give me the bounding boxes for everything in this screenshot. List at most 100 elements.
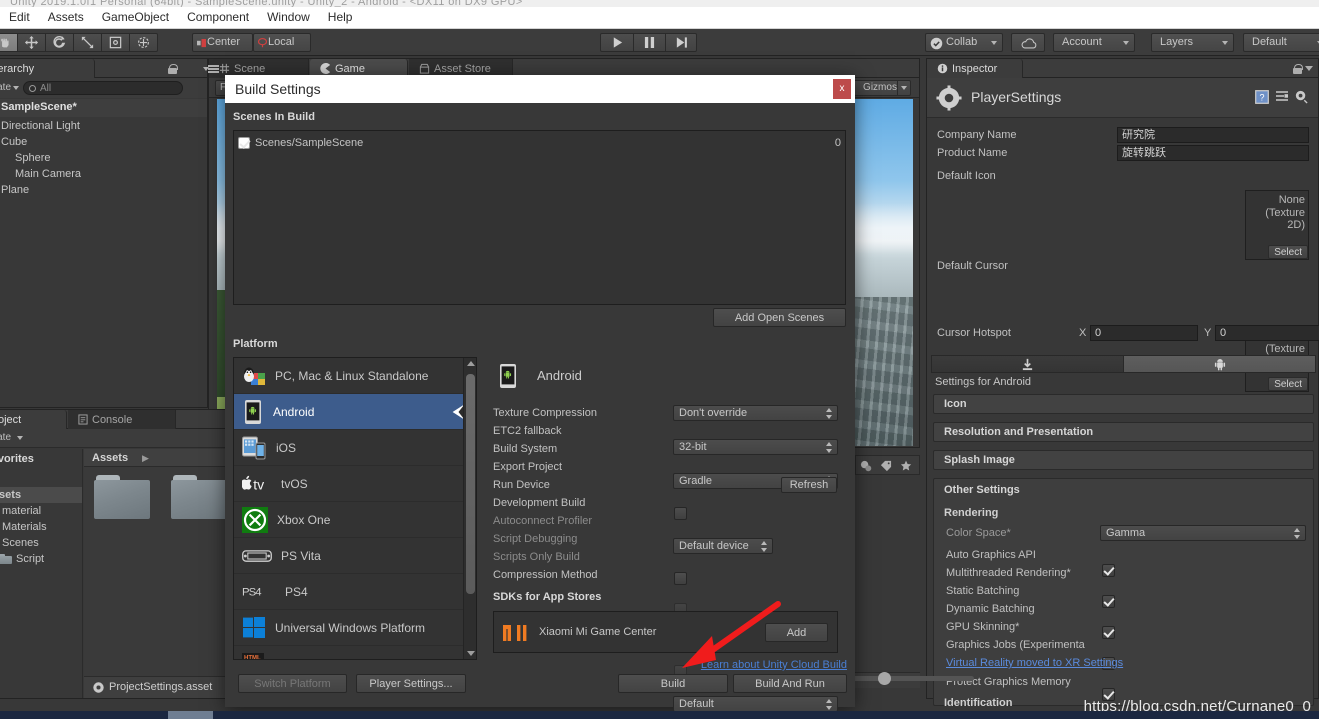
color-space-dropdown[interactable]: Gamma bbox=[1100, 525, 1306, 541]
auto-graphics-api-checkbox[interactable] bbox=[1102, 564, 1115, 577]
project-create-button[interactable]: Create bbox=[0, 432, 24, 443]
close-icon[interactable]: x bbox=[833, 79, 851, 99]
hierarchy-item-directional-light[interactable]: Directional Light bbox=[0, 118, 207, 134]
etc2-fallback-dropdown[interactable]: 32-bit bbox=[673, 439, 838, 455]
hierarchy-item-cube[interactable]: Cube bbox=[0, 134, 207, 150]
inspector-lock-icon[interactable] bbox=[1293, 64, 1303, 74]
settings-gear-icon[interactable] bbox=[1294, 89, 1309, 104]
hierarchy-scene-root[interactable]: SampleScene* bbox=[0, 99, 207, 117]
zoom-slider-track[interactable] bbox=[844, 676, 974, 681]
preset-icon[interactable] bbox=[1275, 90, 1289, 104]
cloud-build-link[interactable]: Learn about Unity Cloud Build bbox=[701, 659, 847, 671]
rect-tool-icon[interactable] bbox=[102, 33, 130, 52]
hierarchy-lock-icon[interactable] bbox=[168, 64, 178, 74]
project-tree-item-material[interactable]: material bbox=[0, 503, 82, 519]
cloud-button[interactable] bbox=[1011, 33, 1045, 52]
inspector-section-splash[interactable]: Splash Image bbox=[933, 450, 1314, 470]
project-tree-item-scenes[interactable]: Scenes bbox=[0, 535, 82, 551]
tab-inspector[interactable]: Inspector bbox=[927, 59, 1023, 78]
project-tree-item-script[interactable]: Script bbox=[0, 551, 82, 567]
tab-console[interactable]: Console bbox=[68, 410, 176, 429]
move-tool-icon[interactable] bbox=[18, 33, 46, 52]
refresh-device-button[interactable]: Refresh bbox=[781, 477, 837, 493]
hierarchy-item-plane[interactable]: Plane bbox=[0, 182, 207, 198]
pivot-rotation-button[interactable]: Local bbox=[253, 33, 311, 52]
menu-item-edit[interactable]: Edit bbox=[0, 7, 39, 28]
switch-platform-button[interactable]: Switch Platform bbox=[238, 674, 347, 693]
pivot-mode-button[interactable]: Center bbox=[192, 33, 253, 52]
transform-tool-icon[interactable] bbox=[130, 33, 158, 52]
inspector-menu-icon[interactable] bbox=[1305, 66, 1313, 71]
taskbar-window-button[interactable] bbox=[168, 711, 213, 719]
platform-tab-android[interactable] bbox=[1124, 355, 1316, 373]
run-device-dropdown[interactable]: Default device bbox=[673, 538, 773, 554]
product-name-field[interactable]: 旋转跳跃 bbox=[1117, 145, 1309, 161]
star-icon[interactable] bbox=[900, 460, 912, 472]
tag-icon[interactable] bbox=[880, 460, 892, 472]
material-sphere-icon[interactable] bbox=[860, 460, 872, 472]
tab-project[interactable]: Project bbox=[0, 410, 67, 429]
pause-icon[interactable] bbox=[634, 33, 666, 52]
scenes-in-build-list[interactable]: Scenes/SampleScene 0 bbox=[233, 130, 846, 305]
static-batching-checkbox[interactable] bbox=[1102, 626, 1115, 639]
other-settings-header[interactable]: Other Settings bbox=[944, 484, 1020, 496]
menu-item-component[interactable]: Component bbox=[178, 7, 258, 28]
export-project-checkbox[interactable] bbox=[674, 507, 687, 520]
platform-row-ps-vita[interactable]: PS Vita bbox=[234, 538, 476, 574]
platform-row-xbox-one[interactable]: Xbox One bbox=[234, 502, 476, 538]
menu-item-assets[interactable]: Assets bbox=[39, 7, 93, 28]
menu-item-help[interactable]: Help bbox=[319, 7, 362, 28]
company-name-field[interactable]: 研究院 bbox=[1117, 127, 1309, 143]
development-build-checkbox[interactable] bbox=[674, 572, 687, 585]
hierarchy-item-sphere[interactable]: Sphere bbox=[0, 150, 207, 166]
step-icon[interactable] bbox=[666, 33, 697, 52]
default-icon-objectfield[interactable]: None (Texture 2D) Select bbox=[1245, 190, 1309, 260]
account-button[interactable]: Account bbox=[1053, 33, 1135, 52]
sdk-add-button[interactable]: Add bbox=[765, 623, 828, 642]
platform-row-uwp[interactable]: Universal Windows Platform bbox=[234, 610, 476, 646]
compression-method-dropdown[interactable]: Default bbox=[673, 696, 838, 712]
inspector-section-icon[interactable]: Icon bbox=[933, 394, 1314, 414]
layers-button[interactable]: Layers bbox=[1151, 33, 1234, 52]
texture-compression-dropdown[interactable]: Don't override bbox=[673, 405, 838, 421]
inspector-section-resolution[interactable]: Resolution and Presentation bbox=[933, 422, 1314, 442]
project-tree-item-assets[interactable]: Assets bbox=[0, 487, 82, 503]
scrollbar-thumb[interactable] bbox=[466, 374, 475, 594]
player-settings-button[interactable]: Player Settings... bbox=[356, 674, 466, 693]
platform-row-pc-mac-linux[interactable]: PC, Mac & Linux Standalone bbox=[234, 358, 476, 394]
menu-item-window[interactable]: Window bbox=[258, 7, 319, 28]
scale-tool-icon[interactable] bbox=[74, 33, 102, 52]
scene-enabled-checkbox[interactable] bbox=[238, 137, 250, 149]
platform-tab-standalone[interactable] bbox=[931, 355, 1124, 373]
project-tree-item-materials[interactable]: Materials bbox=[0, 519, 82, 535]
menu-item-gameobject[interactable]: GameObject bbox=[93, 7, 178, 28]
platform-row-webgl[interactable]: HTML WebGL bbox=[234, 646, 476, 659]
platform-row-tvos[interactable]: tv tvOS bbox=[234, 466, 476, 502]
default-cursor-select-button[interactable]: Select bbox=[1268, 377, 1308, 391]
collab-button[interactable]: Collab bbox=[925, 33, 1003, 52]
scroll-down-arrow-icon[interactable] bbox=[467, 651, 475, 656]
scene-list-row[interactable]: Scenes/SampleScene 0 bbox=[238, 135, 841, 151]
platform-row-android[interactable]: Android bbox=[234, 394, 476, 430]
tab-hierarchy[interactable]: Hierarchy bbox=[0, 59, 95, 78]
play-icon[interactable] bbox=[600, 33, 634, 52]
cursor-hotspot-x-field[interactable]: 0 bbox=[1090, 325, 1198, 341]
cursor-hotspot-y-field[interactable]: 0 bbox=[1215, 325, 1319, 341]
hand-tool-icon[interactable] bbox=[0, 33, 18, 52]
scroll-up-arrow-icon[interactable] bbox=[467, 361, 475, 366]
hierarchy-search-input[interactable]: All bbox=[23, 81, 183, 95]
project-grid-item-material[interactable]: material bbox=[94, 475, 164, 491]
gizmos-dropdown-arrow[interactable] bbox=[897, 80, 911, 96]
rotate-tool-icon[interactable] bbox=[46, 33, 74, 52]
vr-xr-settings-link[interactable]: Virtual Reality moved to XR Settings bbox=[946, 657, 1123, 669]
add-open-scenes-button[interactable]: Add Open Scenes bbox=[713, 308, 846, 327]
build-button[interactable]: Build bbox=[618, 674, 728, 693]
zoom-slider-thumb[interactable] bbox=[878, 672, 891, 685]
scene-panel-menu-icon[interactable] bbox=[203, 64, 219, 74]
build-and-run-button[interactable]: Build And Run bbox=[733, 674, 847, 693]
layout-button[interactable]: Default bbox=[1243, 33, 1319, 52]
hierarchy-create-button[interactable]: Create bbox=[0, 81, 21, 95]
platform-list[interactable]: PC, Mac & Linux Standalone Android iOS t… bbox=[233, 357, 477, 660]
platform-row-ps4[interactable]: PS4 PS4 bbox=[234, 574, 476, 610]
help-icon[interactable]: ? bbox=[1255, 90, 1269, 104]
